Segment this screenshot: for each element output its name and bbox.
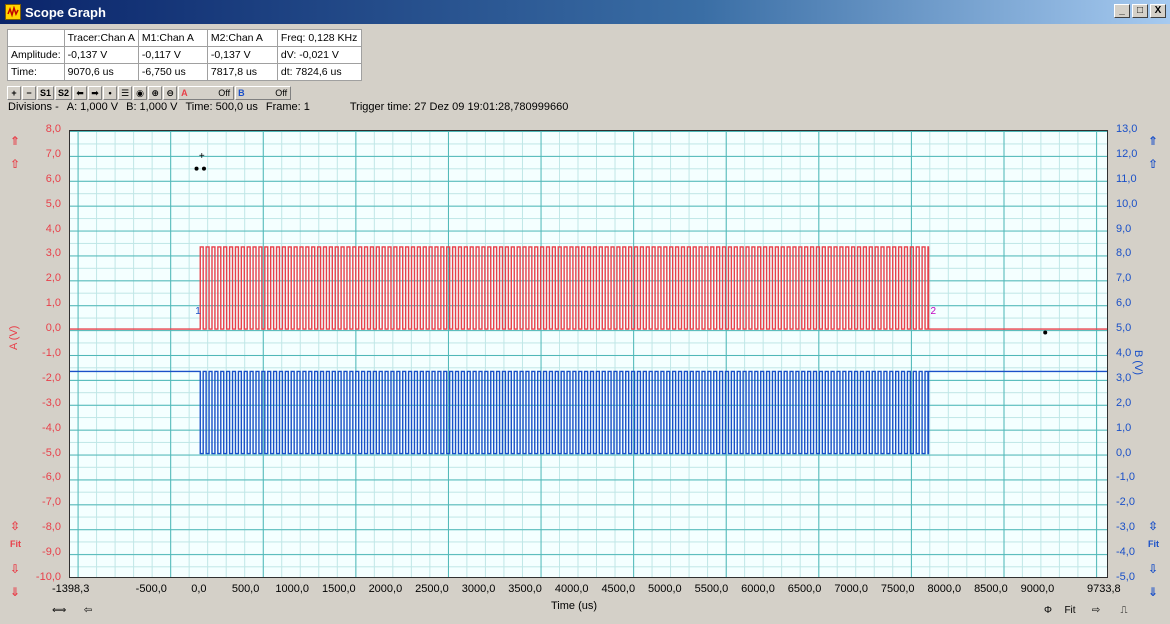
trace-b [70, 370, 1107, 455]
marker-dot [194, 166, 199, 171]
marker-2-label: 2 [931, 306, 937, 317]
tracer-dot [1043, 330, 1048, 335]
tracer-cross: + [199, 151, 205, 162]
trace-a [70, 246, 1107, 330]
marker-1-label: 1 [195, 306, 201, 317]
marker-dot [201, 166, 206, 171]
waveform-traces: 1 2 + [70, 151, 1107, 455]
